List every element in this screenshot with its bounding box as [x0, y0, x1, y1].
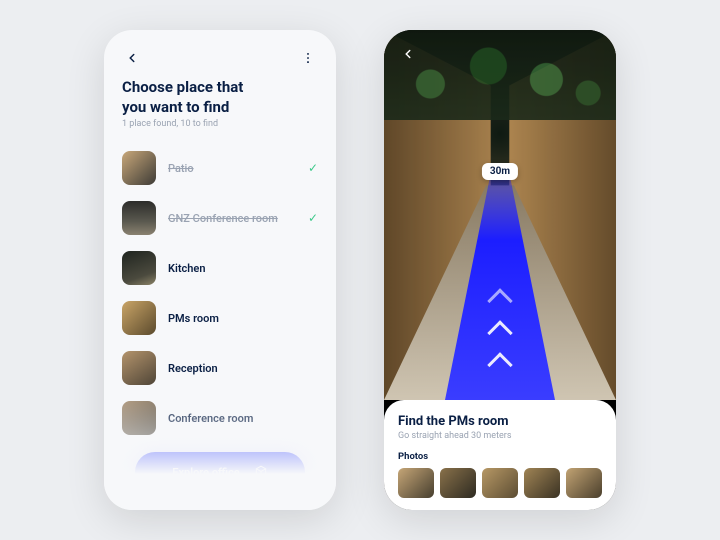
place-row[interactable]: GNZ Conference room ✓: [104, 193, 336, 243]
photos-row: [398, 468, 602, 498]
place-row[interactable]: Kitchen: [104, 243, 336, 293]
place-label: Kitchen: [168, 262, 318, 275]
place-label: PMs room: [168, 312, 318, 325]
check-icon: ✓: [308, 161, 318, 175]
direction-text: Go straight ahead 30 meters: [398, 431, 602, 441]
places-list-screen: Choose place that you want to find 1 pla…: [104, 30, 336, 510]
bottom-sheet[interactable]: Find the PMs room Go straight ahead 30 m…: [384, 400, 616, 510]
place-thumbnail: [122, 351, 156, 385]
explore-button[interactable]: Explore office: [135, 452, 305, 492]
page-subtitle: 1 place found, 10 to find: [104, 119, 336, 143]
check-icon: ✓: [308, 211, 318, 225]
chevron-up-icon: [487, 288, 512, 313]
arrow-left-icon: [401, 47, 415, 61]
place-thumbnail: [122, 201, 156, 235]
place-label: Reception: [168, 362, 318, 375]
place-thumbnail: [122, 151, 156, 185]
back-button[interactable]: [398, 44, 418, 64]
place-row[interactable]: Conference room: [104, 393, 336, 443]
distance-badge: 30m: [482, 163, 518, 180]
place-thumbnail: [122, 401, 156, 435]
arrow-left-icon: [125, 51, 139, 65]
place-label: Patio: [168, 162, 296, 175]
photo-thumbnail[interactable]: [524, 468, 560, 498]
explore-button-label: Explore office: [172, 466, 239, 479]
page-title: Choose place that you want to find: [104, 74, 284, 119]
cube-icon: [254, 465, 268, 479]
photo-thumbnail[interactable]: [398, 468, 434, 498]
sheet-title: Find the PMs room: [398, 414, 602, 429]
ceiling-plants: [384, 30, 616, 120]
more-button[interactable]: [298, 48, 318, 68]
place-row[interactable]: PMs room: [104, 293, 336, 343]
topbar: [104, 30, 336, 74]
more-vertical-icon: [301, 51, 315, 65]
ar-navigation-screen: 30m Find the PMs room Go straight ahead …: [384, 30, 616, 510]
place-label: GNZ Conference room: [168, 212, 296, 225]
camera-view: 30m: [384, 30, 616, 400]
place-label: Conference room: [168, 412, 318, 425]
photo-thumbnail[interactable]: [566, 468, 602, 498]
photos-heading: Photos: [398, 451, 602, 462]
place-thumbnail: [122, 251, 156, 285]
photo-thumbnail[interactable]: [440, 468, 476, 498]
place-row[interactable]: Reception: [104, 343, 336, 393]
back-button[interactable]: [122, 48, 142, 68]
photo-thumbnail[interactable]: [482, 468, 518, 498]
chevron-up-icon: [487, 352, 512, 377]
place-thumbnail: [122, 301, 156, 335]
places-list: Patio ✓ GNZ Conference room ✓ Kitchen PM…: [104, 143, 336, 443]
chevron-up-icon: [487, 320, 512, 345]
place-row[interactable]: Patio ✓: [104, 143, 336, 193]
